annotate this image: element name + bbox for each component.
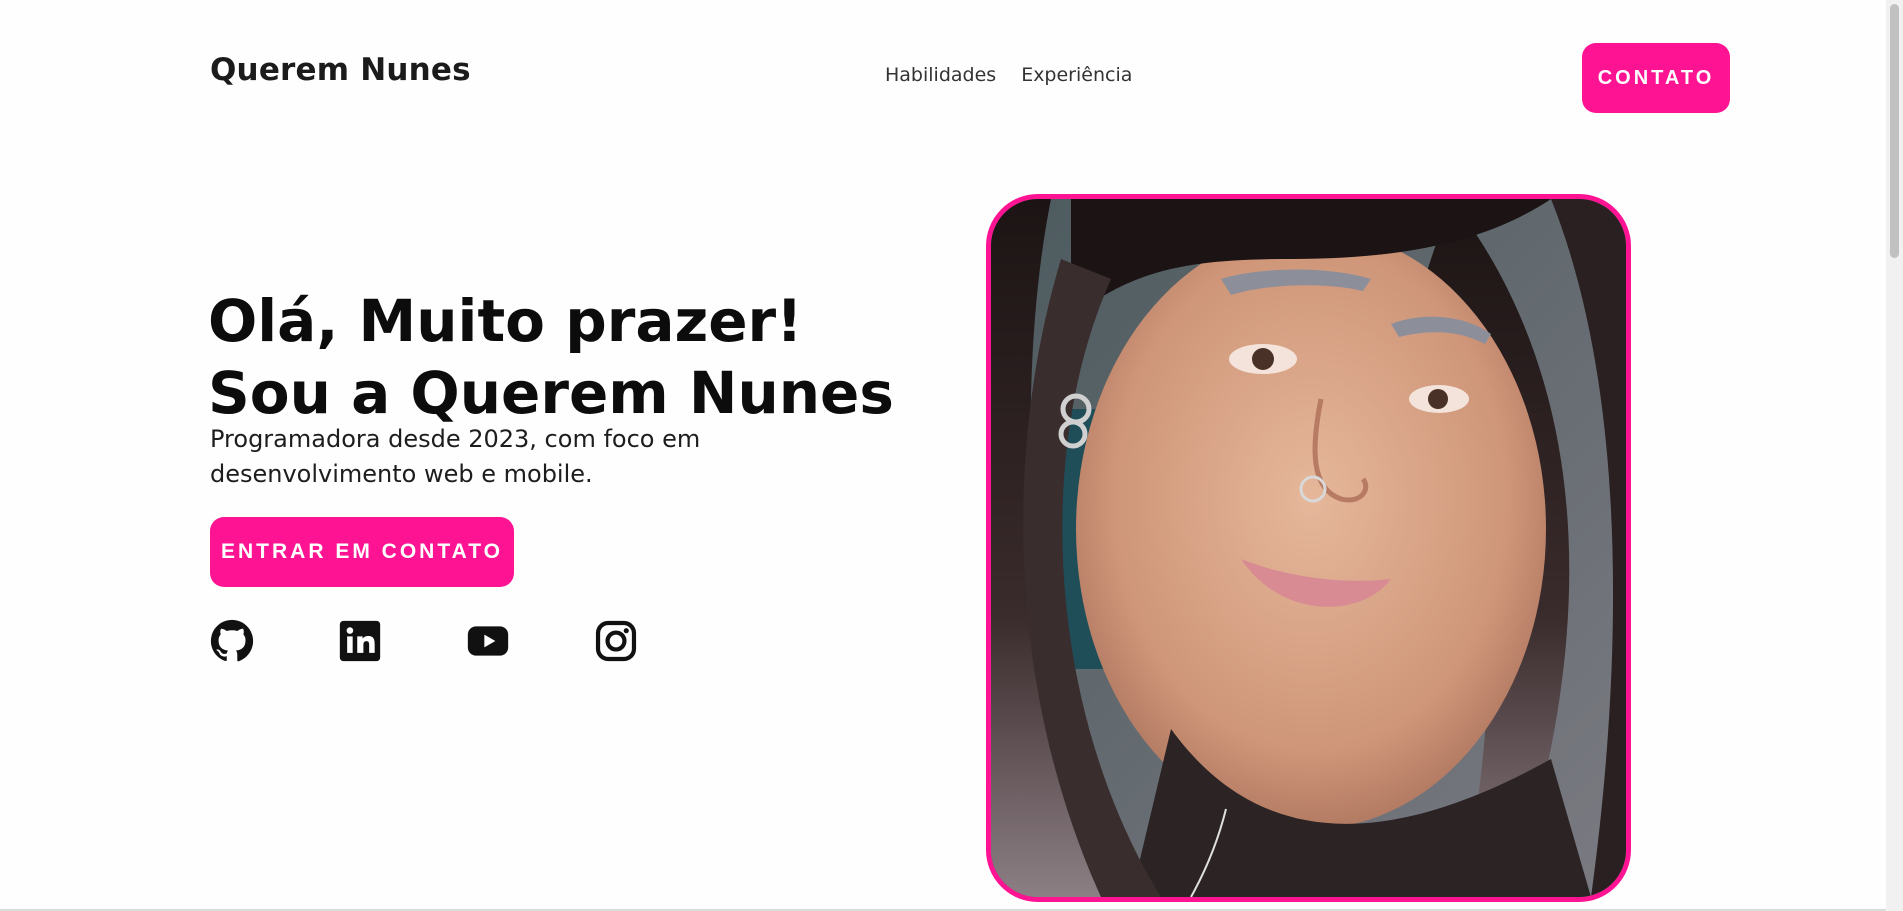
hero-title: Olá, Muito prazer! Sou a Querem Nunes — [208, 285, 894, 429]
nav-link-experiencia[interactable]: Experiência — [1021, 64, 1132, 86]
brand-logo[interactable]: Querem Nunes — [210, 52, 471, 88]
portrait-illustration — [991, 199, 1626, 897]
scrollbar-thumb[interactable] — [1890, 4, 1899, 258]
profile-photo — [986, 194, 1631, 902]
social-links — [210, 619, 638, 663]
main-nav: Habilidades Experiência — [885, 64, 1132, 86]
instagram-icon[interactable] — [594, 619, 638, 663]
hero-title-line-1: Olá, Muito prazer! — [208, 287, 803, 355]
enter-contact-button[interactable]: ENTRAR EM CONTATO — [210, 517, 514, 587]
linkedin-icon[interactable] — [338, 619, 382, 663]
github-icon[interactable] — [210, 619, 254, 663]
vertical-scrollbar[interactable] — [1886, 0, 1903, 911]
hero-title-line-2: Sou a Querem Nunes — [208, 359, 894, 427]
page: Querem Nunes Habilidades Experiência CON… — [0, 0, 1903, 911]
nav-link-habilidades[interactable]: Habilidades — [885, 64, 996, 86]
youtube-icon[interactable] — [466, 619, 510, 663]
hero-subtitle: Programadora desde 2023, com foco em des… — [210, 425, 701, 488]
contact-button[interactable]: CONTATO — [1582, 43, 1730, 113]
